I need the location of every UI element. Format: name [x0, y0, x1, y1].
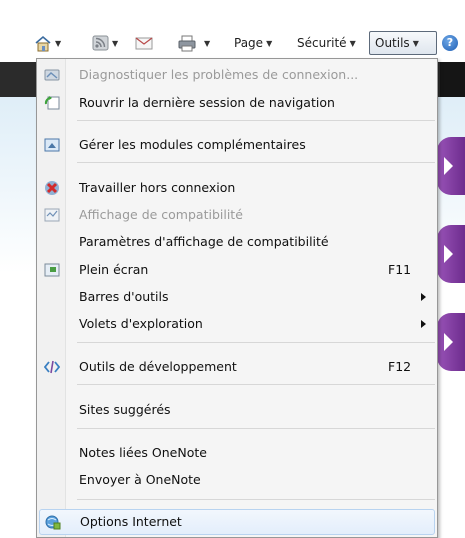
menu-item-label: Barres d'outils — [79, 289, 169, 304]
menu-item-diagnose-connection[interactable]: Diagnostiquer les problèmes de connexion… — [39, 63, 435, 87]
feeds-icon — [92, 35, 109, 51]
menu-item-onenote-linked-notes[interactable]: Notes liées OneNote — [39, 441, 435, 465]
menu-item-internet-options[interactable]: Options Internet — [39, 509, 435, 535]
print-icon — [178, 35, 196, 51]
menu-item-send-to-onenote[interactable]: Envoyer à OneNote — [39, 468, 435, 492]
menu-item-label: Gérer les modules complémentaires — [79, 137, 306, 152]
menu-item-fullscreen[interactable]: Plein écran F11 — [39, 258, 435, 282]
page-dropdown-icon: ▼ — [266, 38, 273, 48]
menu-item-label: Envoyer à OneNote — [79, 472, 201, 487]
menu-item-label: Notes liées OneNote — [79, 445, 207, 460]
menu-separator — [77, 342, 435, 343]
feeds-dropdown-icon: ▼ — [112, 38, 119, 48]
mail-icon — [135, 37, 153, 50]
menu-separator — [77, 384, 435, 385]
command-bar: ▼ ▼ ▼ Page ▼ Sécurité ▼ Outils ▼ ? — [0, 0, 465, 62]
home-icon — [35, 35, 51, 51]
menu-item-compat-view[interactable]: Affichage de compatibilité — [39, 203, 435, 227]
menu-item-label: Affichage de compatibilité — [79, 207, 243, 222]
security-menu-button[interactable]: Sécurité ▼ — [297, 32, 356, 54]
menu-item-work-offline[interactable]: Travailler hors connexion — [39, 176, 435, 200]
feeds-button[interactable]: ▼ — [92, 32, 118, 54]
help-icon[interactable]: ? — [442, 35, 458, 51]
shortcut-label: F11 — [388, 262, 412, 277]
menu-item-reopen-session[interactable]: Rouvrir la dernière session de navigatio… — [39, 91, 435, 115]
compat-view-icon — [44, 208, 60, 222]
page-menu-label: Page — [234, 36, 264, 50]
menu-item-manage-addons[interactable]: Gérer les modules complémentaires — [39, 133, 435, 157]
menu-item-label: Plein écran — [79, 262, 149, 277]
page-header-corner — [440, 62, 465, 97]
developer-tools-icon — [44, 360, 60, 374]
tools-menu: Diagnostiquer les problèmes de connexion… — [36, 58, 438, 538]
submenu-arrow-icon — [421, 293, 426, 301]
menu-item-label: Options Internet — [80, 514, 182, 529]
tools-menu-label: Outils — [375, 36, 410, 50]
security-menu-label: Sécurité — [297, 36, 347, 50]
security-dropdown-icon: ▼ — [349, 38, 356, 48]
tools-menu-button[interactable]: Outils ▼ — [369, 31, 437, 55]
menu-item-explorer-bars[interactable]: Volets d'exploration — [39, 312, 435, 336]
menu-item-label: Travailler hors connexion — [79, 180, 236, 195]
menu-item-label: Paramètres d'affichage de compatibilité — [79, 234, 329, 249]
shortcut-label: F12 — [388, 359, 412, 374]
menu-item-label: Diagnostiquer les problèmes de connexion… — [79, 67, 359, 82]
menu-item-developer-tools[interactable]: Outils de développement F12 — [39, 355, 435, 379]
menu-item-label: Outils de développement — [79, 359, 237, 374]
submenu-arrow-icon — [421, 320, 426, 328]
home-dropdown-icon: ▼ — [55, 38, 62, 48]
menu-item-toolbars[interactable]: Barres d'outils — [39, 285, 435, 309]
tools-dropdown-icon: ▼ — [412, 38, 419, 48]
print-button[interactable]: ▼ — [178, 32, 210, 54]
page-nav-arrow-2 — [437, 225, 465, 283]
diagnose-icon — [44, 69, 60, 81]
print-dropdown-icon: ▼ — [204, 38, 211, 48]
menu-separator — [77, 499, 435, 500]
menu-separator — [77, 162, 435, 163]
page-menu-button[interactable]: Page ▼ — [234, 32, 272, 54]
page-nav-arrow-1 — [437, 137, 465, 195]
menu-separator — [77, 120, 435, 121]
page-nav-arrow-3 — [437, 313, 465, 371]
menu-item-suggested-sites[interactable]: Sites suggérés — [39, 398, 435, 422]
internet-options-icon — [45, 515, 61, 530]
addons-icon — [44, 138, 60, 152]
menu-separator — [77, 428, 435, 429]
home-button[interactable]: ▼ — [34, 32, 61, 54]
offline-icon — [45, 181, 59, 195]
mail-button[interactable] — [135, 32, 153, 54]
menu-item-compat-settings[interactable]: Paramètres d'affichage de compatibilité — [39, 230, 435, 254]
fullscreen-icon — [44, 263, 60, 277]
menu-item-label: Sites suggérés — [79, 402, 171, 417]
menu-item-label: Rouvrir la dernière session de navigatio… — [79, 95, 335, 110]
reopen-session-icon — [44, 96, 60, 110]
menu-item-label: Volets d'exploration — [79, 316, 203, 331]
